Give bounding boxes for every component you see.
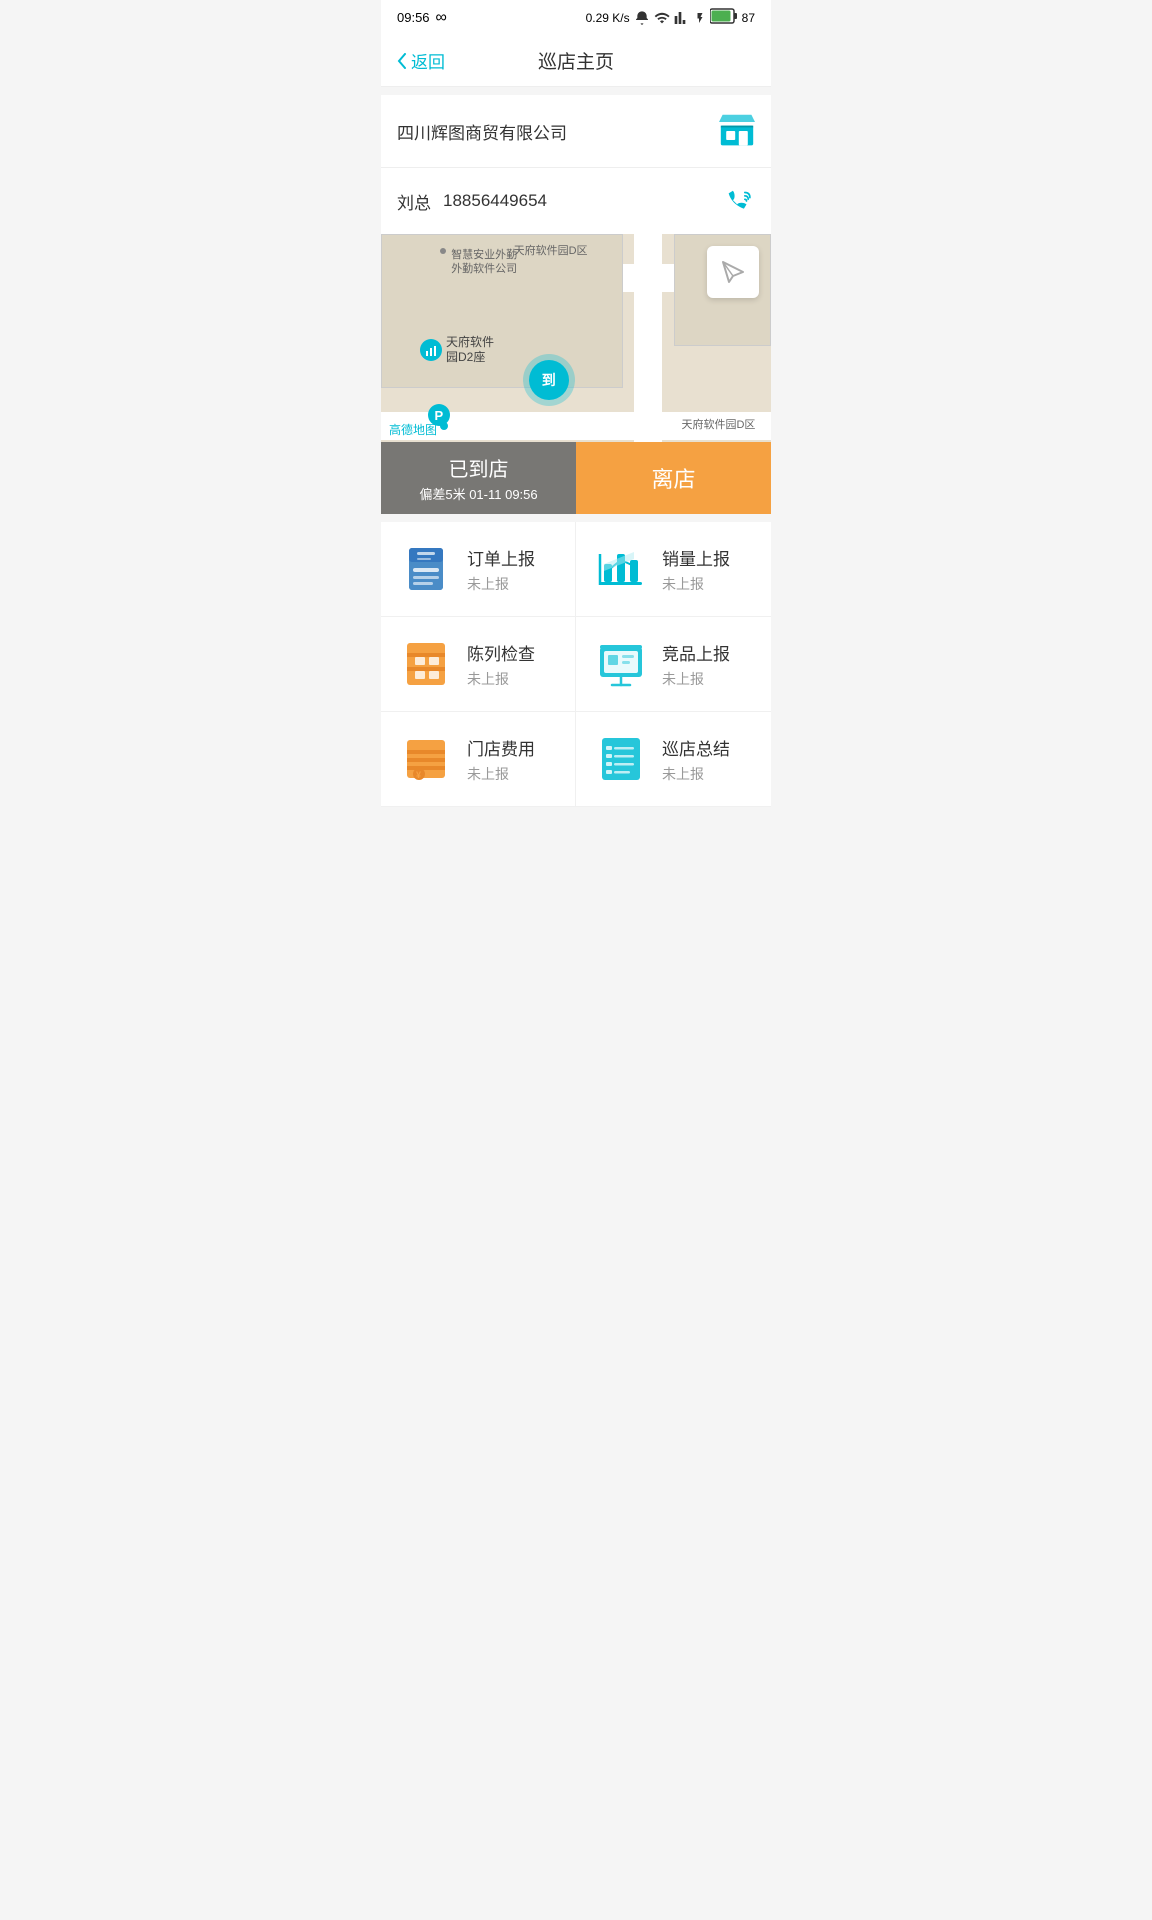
back-button[interactable]: 返回 xyxy=(397,48,445,73)
contact-phone: 18856449654 xyxy=(443,191,547,211)
poi-dot xyxy=(440,248,446,254)
func-item-store-cost[interactable]: ¥ 门店费用 未上报 xyxy=(381,712,576,807)
company-section: 四川辉图商贸有限公司 刘总 18856449654 xyxy=(381,95,771,234)
func-item-competitor-report[interactable]: 竞品上报 未上报 xyxy=(576,617,771,712)
page-header: 返回 巡店主页 xyxy=(381,35,771,87)
back-label: 返回 xyxy=(411,48,445,73)
phone-call-icon[interactable] xyxy=(721,184,755,218)
page-title: 巡店主页 xyxy=(538,47,614,74)
poi-software-company: 智慧安业外勤 外勤软件公司 xyxy=(451,248,517,277)
function-grid: 订单上报 未上报 销量上报 未上报 xyxy=(381,522,771,807)
status-bar: 09:56 ∞ 0.29 K/s 87 xyxy=(381,0,771,35)
arrived-sub-text: 偏差5米 01-11 09:56 xyxy=(419,484,537,503)
back-chevron-icon xyxy=(397,53,407,69)
func-name-tour-summary: 巡店总结 xyxy=(662,735,730,760)
alarm-icon xyxy=(634,10,650,26)
map-section: 天府软件园D区 天府软件园D区 智慧安业外勤 外勤软件公司 天府软件 园D2座 … xyxy=(381,234,771,514)
svg-text:¥: ¥ xyxy=(416,770,421,780)
battery-display xyxy=(710,8,738,27)
func-name-order-report: 订单上报 xyxy=(467,545,535,570)
poi-d2: 天府软件 园D2座 xyxy=(420,335,494,366)
func-item-sales-report[interactable]: 销量上报 未上报 xyxy=(576,522,771,617)
func-name-display-check: 陈列检查 xyxy=(467,640,535,665)
road-label-software-d-bottom: 天府软件园D区 xyxy=(681,416,755,432)
contact-row: 刘总 18856449654 xyxy=(381,168,771,234)
marker-outer-ring: 到 xyxy=(523,354,575,406)
func-status-sales-report: 未上报 xyxy=(662,574,730,594)
charging-icon xyxy=(694,10,706,26)
leave-button[interactable]: 离店 xyxy=(576,442,771,514)
wifi-icon xyxy=(654,10,670,26)
contact-info: 刘总 18856449654 xyxy=(397,189,547,214)
func-icon-store-cost: ¥ xyxy=(401,734,451,784)
status-right: 0.29 K/s 87 xyxy=(586,8,755,27)
func-item-display-check[interactable]: 陈列检查 未上报 xyxy=(381,617,576,712)
arrived-main-text: 已到店 xyxy=(449,453,509,482)
func-status-tour-summary: 未上报 xyxy=(662,764,730,784)
func-name-competitor-report: 竞品上报 xyxy=(662,640,730,665)
func-text-store-cost: 门店费用 未上报 xyxy=(467,735,535,784)
contact-name: 刘总 xyxy=(397,189,431,214)
map-bottom-controls: 已到店 偏差5米 01-11 09:56 离店 xyxy=(381,442,771,514)
func-text-tour-summary: 巡店总结 未上报 xyxy=(662,735,730,784)
location-marker: 到 xyxy=(523,354,575,406)
chart-mini-icon xyxy=(425,344,437,356)
battery-percent: 87 xyxy=(742,11,755,25)
func-status-order-report: 未上报 xyxy=(467,574,535,594)
func-icon-display-check xyxy=(401,639,451,689)
company-row: 四川辉图商贸有限公司 xyxy=(381,95,771,168)
speed-display: 0.29 K/s xyxy=(586,11,630,25)
func-text-order-report: 订单上报 未上报 xyxy=(467,545,535,594)
arrived-button[interactable]: 已到店 偏差5米 01-11 09:56 xyxy=(381,442,576,514)
func-name-sales-report: 销量上报 xyxy=(662,545,730,570)
amap-logo: 高德地图 xyxy=(389,421,437,438)
marker-inner: 到 xyxy=(529,360,569,400)
battery-icon xyxy=(710,8,738,24)
func-item-tour-summary[interactable]: 巡店总结 未上报 xyxy=(576,712,771,807)
func-icon-tour-summary xyxy=(596,734,646,784)
status-left: 09:56 ∞ xyxy=(397,9,447,27)
navigate-icon xyxy=(719,258,747,286)
connectivity-icon: ∞ xyxy=(436,9,447,27)
navigate-button[interactable] xyxy=(707,246,759,298)
func-status-store-cost: 未上报 xyxy=(467,764,535,784)
func-text-competitor-report: 竞品上报 未上报 xyxy=(662,640,730,689)
func-name-store-cost: 门店费用 xyxy=(467,735,535,760)
func-icon-order-report xyxy=(401,544,451,594)
time-display: 09:56 xyxy=(397,10,430,25)
func-item-order-report[interactable]: 订单上报 未上报 xyxy=(381,522,576,617)
store-icon xyxy=(719,113,755,149)
company-name: 四川辉图商贸有限公司 xyxy=(397,119,567,144)
func-text-display-check: 陈列检查 未上报 xyxy=(467,640,535,689)
func-icon-sales-report xyxy=(596,544,646,594)
func-icon-competitor-report xyxy=(596,639,646,689)
leave-label: 离店 xyxy=(651,462,695,494)
func-text-sales-report: 销量上报 未上报 xyxy=(662,545,730,594)
func-status-competitor-report: 未上报 xyxy=(662,669,730,689)
road-label-software-d: 天府软件园D区 xyxy=(514,242,588,258)
func-status-display-check: 未上报 xyxy=(467,669,535,689)
parking-dot xyxy=(440,422,448,430)
signal-icon xyxy=(674,10,690,26)
